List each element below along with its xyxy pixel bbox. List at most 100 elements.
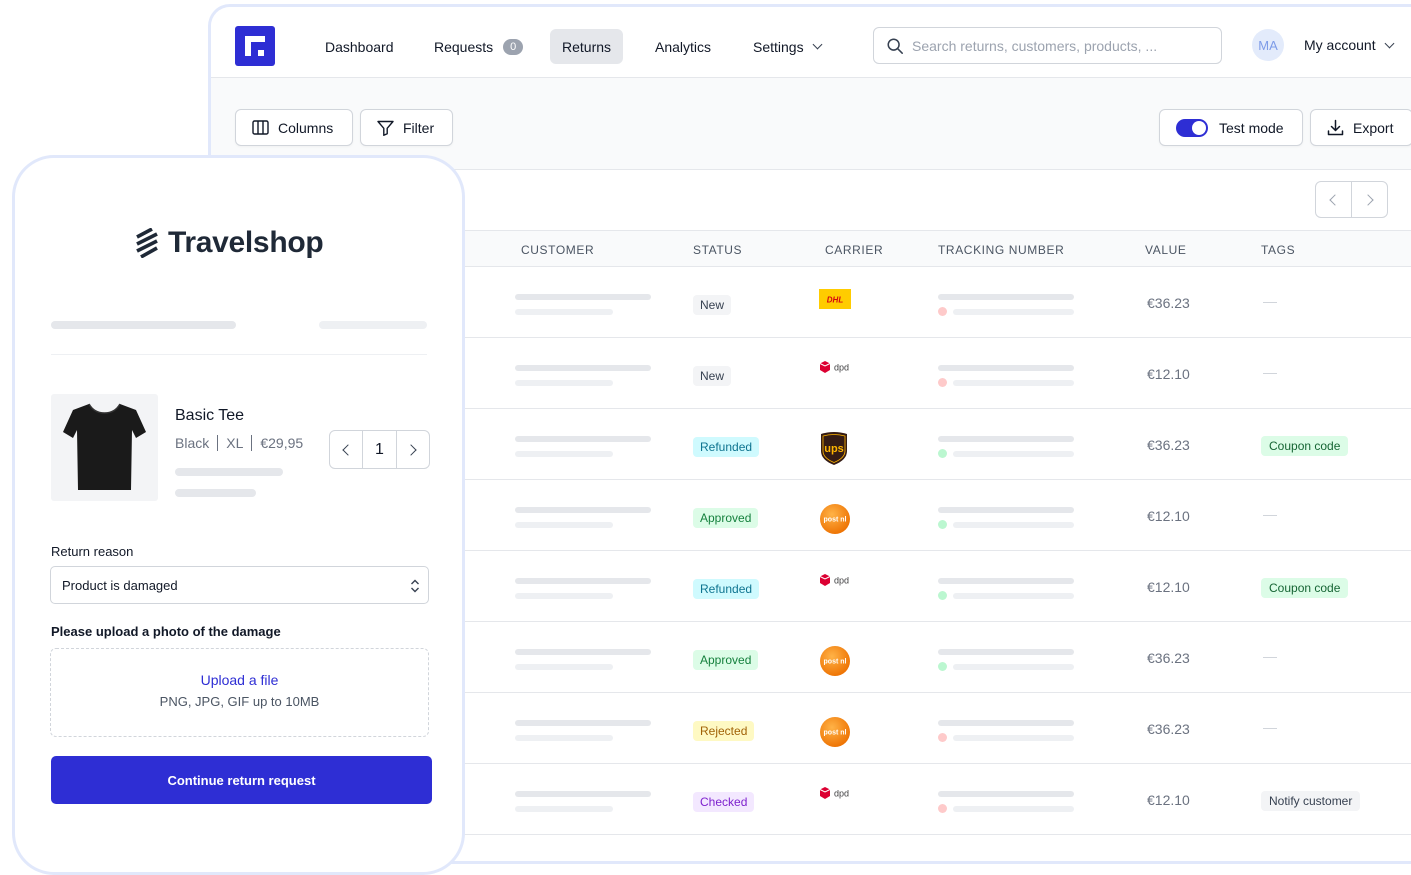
empty-tag-dash	[1263, 373, 1277, 374]
increase-quantity-button[interactable]	[397, 431, 429, 468]
upload-file-link[interactable]: Upload a file	[51, 672, 428, 688]
customer-skeleton	[515, 436, 651, 442]
product-price: €29,95	[260, 435, 304, 451]
tracking-skeleton	[953, 451, 1074, 457]
product-image	[51, 394, 158, 501]
tag-badge[interactable]: Notify customer	[1261, 791, 1361, 811]
postnl-carrier-logo: post nl	[819, 502, 853, 541]
tag-badge[interactable]: Coupon code	[1261, 578, 1349, 598]
app-logo[interactable]	[235, 26, 275, 66]
export-label: Export	[1353, 119, 1394, 136]
column-header-value[interactable]: VALUE	[1145, 243, 1186, 257]
column-header-customer[interactable]: CUSTOMER	[521, 243, 594, 257]
upload-dropzone[interactable]: Upload a file PNG, JPG, GIF up to 10MB	[50, 648, 429, 737]
tracking-skeleton	[953, 735, 1074, 741]
tracking-status-dot	[938, 520, 947, 529]
nav-dashboard[interactable]: Dashboard	[313, 29, 406, 64]
tracking-status-dot	[938, 804, 947, 813]
nav-analytics[interactable]: Analytics	[643, 29, 723, 64]
filter-button[interactable]: Filter	[360, 109, 453, 146]
dpd-carrier-logo: dpd	[819, 573, 855, 594]
empty-tag-dash	[1263, 302, 1277, 303]
test-mode-toggle[interactable]: Test mode	[1159, 109, 1303, 146]
status-badge: New	[693, 295, 732, 315]
column-header-tracking[interactable]: TRACKING NUMBER	[938, 243, 1064, 257]
column-header-status[interactable]: STATUS	[693, 243, 742, 257]
quantity-value[interactable]: 1	[362, 431, 397, 468]
columns-button[interactable]: Columns	[235, 109, 353, 146]
nav-settings-label: Settings	[753, 38, 804, 55]
nav-returns[interactable]: Returns	[550, 29, 624, 64]
product-name: Basic Tee	[175, 407, 245, 424]
quantity-stepper: 1	[329, 430, 430, 469]
export-button[interactable]: Export	[1310, 109, 1411, 146]
tracking-status-dot	[938, 307, 947, 316]
customer-skeleton	[515, 294, 651, 300]
upload-label: Please upload a photo of the damage	[51, 624, 281, 639]
column-header-tags[interactable]: TAGS	[1261, 243, 1295, 257]
chevron-down-icon	[1384, 38, 1395, 48]
ups-carrier-logo: ups	[819, 431, 849, 471]
skeleton-line	[175, 468, 283, 476]
skeleton-line	[319, 321, 427, 329]
customer-skeleton	[515, 522, 613, 528]
filter-label: Filter	[403, 119, 435, 136]
postnl-carrier-logo: post nl	[819, 644, 853, 683]
columns-icon	[252, 120, 269, 135]
toggle-switch[interactable]	[1176, 118, 1208, 137]
customer-skeleton	[515, 735, 613, 741]
search-input[interactable]	[912, 37, 1202, 54]
customer-skeleton	[515, 791, 651, 797]
tracking-skeleton	[953, 593, 1074, 599]
svg-text:post nl: post nl	[824, 517, 847, 524]
account-menu[interactable]: My account	[1304, 37, 1395, 53]
column-header-carrier[interactable]: CARRIER	[825, 243, 883, 257]
product-color: Black	[175, 435, 210, 451]
return-value: €12.10	[1147, 366, 1190, 382]
customer-skeleton	[515, 593, 613, 599]
customer-skeleton	[515, 578, 651, 584]
return-value: €36.23	[1147, 721, 1190, 737]
requests-count-badge: 0	[503, 38, 524, 55]
nav-requests[interactable]: Requests 0	[422, 29, 535, 64]
status-badge: Approved	[693, 508, 759, 528]
tracking-skeleton	[953, 522, 1074, 528]
nav-analytics-label: Analytics	[655, 38, 712, 55]
svg-text:dpd: dpd	[834, 363, 849, 373]
prev-page-button[interactable]	[1316, 182, 1352, 217]
return-value: €12.10	[1147, 508, 1190, 524]
test-mode-label: Test mode	[1219, 119, 1284, 136]
tracking-status-dot	[938, 449, 947, 458]
dpd-carrier-logo: dpd	[819, 360, 855, 381]
mobile-return-form: Travelshop Basic Tee Black XL €29,95 1 R…	[12, 155, 465, 875]
return-reason-select[interactable]: Product is damaged	[50, 566, 429, 604]
tracking-skeleton	[938, 649, 1074, 655]
filter-icon	[377, 120, 394, 136]
nav-settings[interactable]: Settings	[741, 29, 833, 64]
tracking-skeleton	[938, 578, 1074, 584]
return-value: €36.23	[1147, 437, 1190, 453]
product-size: XL	[226, 435, 244, 451]
columns-label: Columns	[278, 119, 334, 136]
nav-requests-label: Requests	[434, 38, 494, 55]
continue-return-button[interactable]: Continue return request	[51, 756, 432, 804]
customer-skeleton	[515, 664, 613, 670]
upload-hint: PNG, JPG, GIF up to 10MB	[159, 694, 320, 709]
search-box[interactable]	[873, 27, 1222, 64]
next-page-button[interactable]	[1352, 182, 1387, 217]
customer-skeleton	[515, 309, 613, 315]
customer-skeleton	[515, 720, 651, 726]
tracking-skeleton	[953, 806, 1074, 812]
return-value: €12.10	[1147, 792, 1190, 808]
tracking-status-dot	[938, 733, 947, 742]
avatar[interactable]: MA	[1252, 29, 1284, 61]
customer-skeleton	[515, 507, 651, 513]
customer-skeleton	[515, 806, 613, 812]
decrease-quantity-button[interactable]	[330, 431, 362, 468]
divider	[51, 354, 427, 355]
tracking-skeleton	[953, 380, 1074, 386]
svg-text:post nl: post nl	[824, 730, 847, 737]
svg-text:dpd: dpd	[834, 789, 849, 799]
tag-badge[interactable]: Coupon code	[1261, 436, 1349, 456]
brand-name: Travelshop	[168, 226, 324, 259]
